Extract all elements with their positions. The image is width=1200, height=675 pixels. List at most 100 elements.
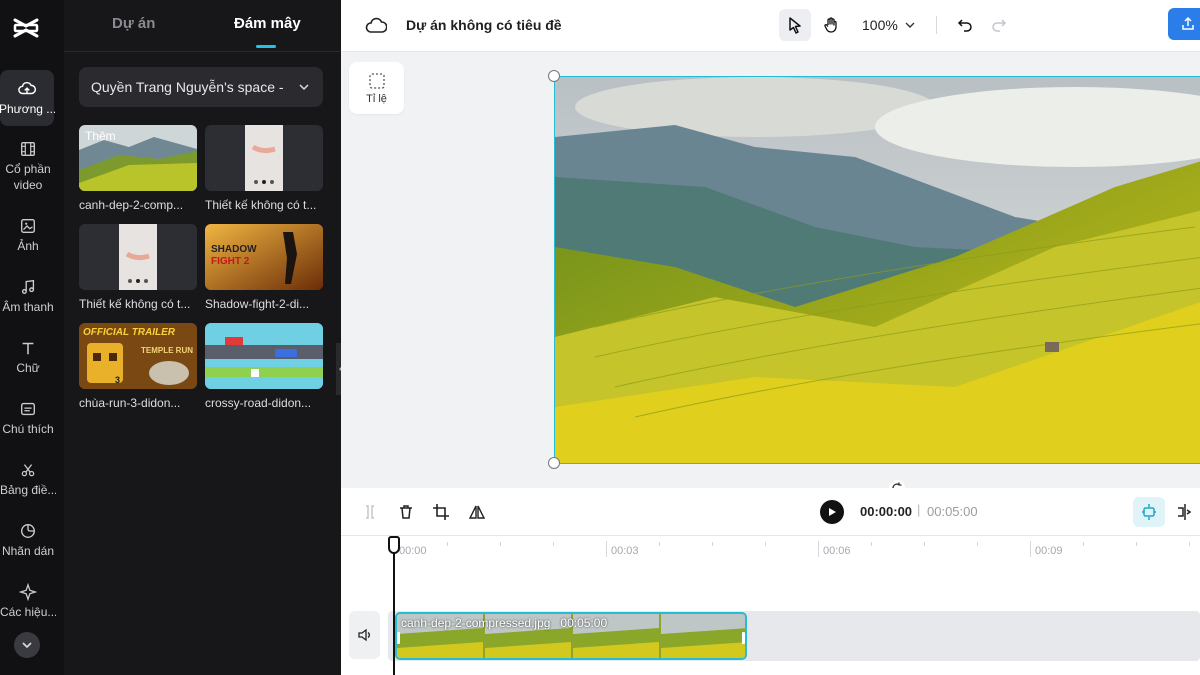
playhead-handle[interactable] bbox=[388, 536, 400, 554]
space-select[interactable]: Quyền Trang Nguyễn's space - bbox=[79, 67, 323, 107]
speaker-icon bbox=[357, 628, 370, 642]
ruler-tick bbox=[924, 542, 925, 546]
game-thumbnail-image: SHADOW FIGHT 2 bbox=[205, 224, 323, 290]
cloud-sync-icon[interactable] bbox=[365, 15, 387, 37]
play-button[interactable] bbox=[820, 500, 844, 524]
chevron-down-icon bbox=[905, 22, 915, 28]
caption-icon bbox=[21, 402, 35, 416]
add-badge[interactable]: Thêm bbox=[85, 129, 116, 143]
media-name: chùa-run-3-didon... bbox=[79, 396, 181, 410]
video-frame[interactable] bbox=[554, 76, 1200, 464]
sidebar-item-photos[interactable]: Ảnh bbox=[0, 217, 56, 254]
sidebar-item-video-stock[interactable]: Cổ phần video bbox=[0, 140, 56, 193]
ruler-tick bbox=[500, 542, 501, 546]
timeline-toolbar: 00:00:00 | 00:05:00 bbox=[341, 488, 1200, 536]
sidebar-item-label: Cổ phần bbox=[5, 162, 51, 176]
tab-project[interactable]: Dự án bbox=[112, 15, 155, 32]
ruler-label: 00:09 bbox=[1035, 545, 1063, 557]
game-thumbnail-image bbox=[205, 323, 323, 389]
zoom-dropdown[interactable]: 100% bbox=[862, 17, 916, 33]
tab-cloud[interactable]: Đám mây bbox=[234, 15, 301, 32]
project-title[interactable]: Dự án không có tiêu đề bbox=[406, 17, 562, 33]
media-item[interactable]: crossy-road-didon... bbox=[205, 323, 323, 410]
crop-icon[interactable] bbox=[431, 502, 451, 522]
resize-handle-bottom-left[interactable] bbox=[548, 457, 560, 469]
text-icon bbox=[22, 342, 34, 355]
redo-icon bbox=[992, 19, 1007, 32]
ruler-tick bbox=[659, 542, 660, 546]
upload-icon bbox=[1182, 16, 1194, 30]
sidebar-item-stickers[interactable]: Nhãn dán bbox=[0, 522, 56, 559]
timeline: 00:00 00:03 00:06 00:09 canh-dep-2-compr… bbox=[341, 536, 1200, 675]
media-panel: Dự án Đám mây Quyền Trang Nguyễn's space… bbox=[64, 0, 341, 675]
more-tools-button[interactable] bbox=[14, 632, 40, 658]
chevron-down-icon bbox=[299, 84, 309, 91]
media-thumbnail bbox=[205, 323, 323, 389]
media-item[interactable]: SHADOW FIGHT 2 Shadow-fight-2-di... bbox=[205, 224, 323, 311]
flip-icon[interactable] bbox=[467, 502, 487, 522]
media-thumbnail: SHADOW FIGHT 2 bbox=[205, 224, 323, 290]
snap-icon bbox=[1142, 504, 1156, 520]
ruler-label: 00:06 bbox=[823, 545, 851, 557]
sidebar-item-transitions[interactable]: Bảng điề... bbox=[0, 461, 56, 498]
ruler-tick bbox=[606, 541, 607, 557]
sidebar-item-label-line2: video bbox=[13, 178, 43, 192]
playhead[interactable] bbox=[393, 536, 395, 675]
media-item[interactable]: OFFICIAL TRAILER TEMPLE RUN 3 chùa-run-3… bbox=[79, 323, 197, 410]
media-name: canh-dep-2-comp... bbox=[79, 198, 184, 212]
sidebar-item-label: Âm thanh bbox=[2, 300, 54, 314]
aspect-ratio-icon bbox=[368, 72, 385, 89]
redo-button[interactable] bbox=[983, 9, 1015, 41]
thumbnail-text: 3 bbox=[115, 375, 120, 385]
sparkle-icon bbox=[19, 583, 37, 601]
zoom-value: 100% bbox=[862, 17, 898, 33]
aspect-ratio-button[interactable]: Tỉ lệ bbox=[349, 62, 404, 114]
capcut-logo[interactable] bbox=[12, 14, 40, 42]
magnet-snap-button[interactable] bbox=[1133, 497, 1165, 527]
split-icon[interactable] bbox=[360, 502, 380, 522]
media-name: Thiết kế không có t... bbox=[79, 297, 191, 311]
split-screen-icon[interactable] bbox=[1175, 502, 1195, 522]
sidebar-item-effects[interactable]: Các hiệu... bbox=[0, 583, 56, 620]
sidebar-item-captions[interactable]: Chú thích bbox=[0, 400, 56, 437]
media-item[interactable]: Thiết kế không có t... bbox=[79, 224, 197, 311]
ruler-tick bbox=[1030, 541, 1031, 557]
space-select-value: Quyền Trang Nguyễn's space - bbox=[91, 79, 284, 95]
thumbnail-text: SHADOW bbox=[211, 244, 257, 255]
media-item[interactable]: Thêm canh-dep-2-comp... bbox=[79, 125, 197, 212]
export-button[interactable] bbox=[1168, 8, 1200, 40]
track-mute-button[interactable] bbox=[349, 611, 380, 659]
undo-button[interactable] bbox=[949, 9, 981, 41]
resize-handle-top-left[interactable] bbox=[548, 70, 560, 82]
cursor-icon bbox=[789, 17, 801, 34]
clip-name: canh-dep-2-compressed.jpg bbox=[401, 616, 551, 630]
media-thumbnail bbox=[205, 125, 323, 191]
ruler-tick bbox=[553, 542, 554, 546]
ruler-label: 00:03 bbox=[611, 545, 639, 557]
hand-tool-button[interactable] bbox=[815, 9, 847, 41]
delete-icon[interactable] bbox=[396, 502, 416, 522]
media-item[interactable]: Thiết kế không có t... bbox=[205, 125, 323, 212]
time-separator: | bbox=[917, 502, 921, 517]
sidebar-item-label: Bảng điề... bbox=[0, 483, 56, 497]
ruler-tick bbox=[818, 541, 819, 557]
sticker-icon bbox=[21, 524, 35, 538]
media-name: crossy-road-didon... bbox=[205, 396, 312, 410]
sidebar-item-audio[interactable]: Âm thanh bbox=[0, 278, 56, 315]
thumbnail-text: TEMPLE RUN bbox=[141, 346, 193, 355]
active-tab-indicator bbox=[256, 45, 276, 48]
timeline-clip[interactable]: canh-dep-2-compressed.jpg 00:05:00 bbox=[395, 612, 747, 660]
clip-trim-handle-right[interactable] bbox=[742, 632, 745, 644]
total-duration: 00:05:00 bbox=[927, 504, 978, 519]
panel-tabs: Dự án Đám mây bbox=[64, 0, 341, 52]
media-thumbnail bbox=[79, 224, 197, 290]
design-thumbnail-image bbox=[245, 125, 283, 191]
chevron-down-icon bbox=[22, 642, 32, 649]
sidebar-item-text[interactable]: Chữ bbox=[0, 339, 56, 376]
select-tool-button[interactable] bbox=[779, 9, 811, 41]
current-time: 00:00:00 bbox=[860, 504, 913, 519]
clip-trim-handle-left[interactable] bbox=[397, 632, 400, 644]
cloud-upload-icon bbox=[18, 81, 36, 94]
aspect-ratio-label: Tỉ lệ bbox=[366, 92, 387, 105]
sidebar-item-media[interactable]: Phương ... bbox=[0, 70, 55, 126]
